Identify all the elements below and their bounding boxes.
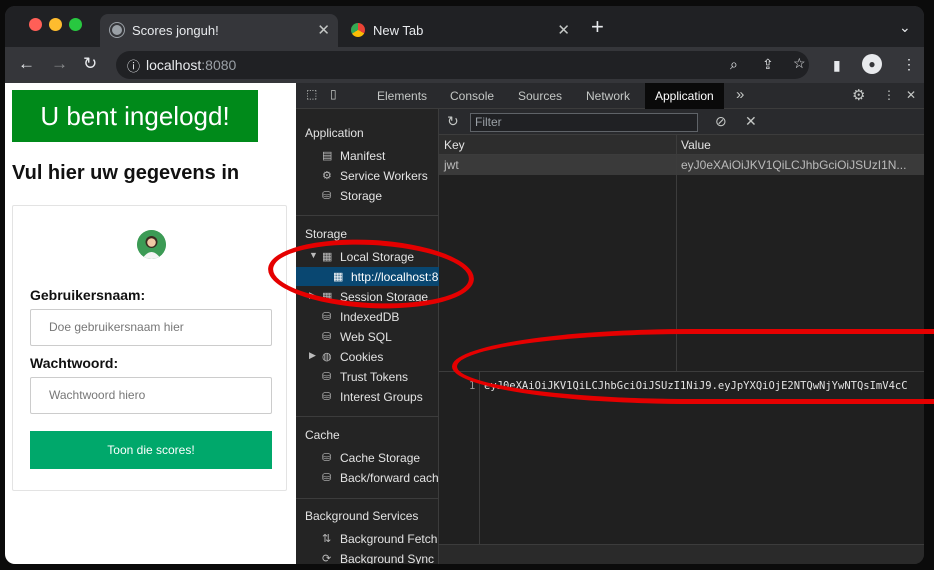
tab-elements[interactable]: Elements [377,89,427,103]
clear-all-icon[interactable]: ⊘ [715,113,727,130]
sidebar-item-web-sql[interactable]: Web SQL [340,330,392,344]
settings-gear-icon[interactable]: ⚙ [852,86,865,104]
refresh-icon[interactable]: ↻ [447,113,459,130]
gear-icon: ⚙ [322,170,332,182]
section-storage: Storage [305,227,348,241]
close-window-button[interactable] [29,18,42,31]
address-bar[interactable]: ⓘ localhost:8080 ⌕ ⇪ ☆ [116,51,809,79]
reload-button[interactable]: ↻ [83,54,97,74]
sidebar-item-storage[interactable]: Storage [340,189,382,203]
devtools-menu-icon[interactable]: ⋮ [883,88,895,102]
url-text: localhost:8080 [146,57,236,73]
line-gutter [479,372,480,544]
tab-search-chevron-icon[interactable]: ⌄ [899,19,911,36]
tab-console[interactable]: Console [450,89,494,103]
show-scores-button[interactable]: Toon die scores! [30,431,272,469]
filter-bar: ↻ Filter ⊘ ✕ [439,109,924,135]
sidebar-item-service-workers[interactable]: Service Workers [340,169,428,183]
arrows-updown-icon: ⇅ [322,533,332,545]
tab-scores[interactable]: Scores jonguh! ✕ [100,14,338,47]
preview-footer [439,544,924,564]
sidebar-item-trust-tokens[interactable]: Trust Tokens [340,370,408,384]
sidebar-item-indexeddb[interactable]: IndexedDB [340,310,399,324]
tab-sources[interactable]: Sources [518,89,562,103]
column-header-value[interactable]: Value [681,138,711,152]
sidebar-item-background-sync[interactable]: Background Sync [340,552,434,564]
section-application: Application [305,126,364,140]
tab-strip: Scores jonguh! ✕ New Tab ✕ + ⌄ [5,6,924,47]
more-tabs-icon[interactable]: » [736,86,744,103]
row-key: jwt [444,158,459,172]
site-info-icon[interactable]: ⓘ [127,56,140,75]
profile-avatar-icon[interactable]: ● [862,54,882,74]
close-tab-icon[interactable]: ✕ [317,21,330,39]
web-page: U bent ingelogd! Vul hier uw gegevens in… [5,83,296,564]
sidebar-item-back-forward-cache[interactable]: Back/forward cach [340,471,439,485]
sidebar-item-background-fetch[interactable]: Background Fetch [340,532,437,546]
database-icon: ⛁ [322,311,332,323]
maximize-window-button[interactable] [69,18,82,31]
tab-new-tab[interactable]: New Tab ✕ [341,14,578,47]
annotation-circle-jwt-preview [452,329,934,404]
form-heading: Vul hier uw gegevens in [12,162,240,184]
toolbar: ← → ↻ ⓘ localhost:8080 ⌕ ⇪ ☆ ▮ ● ⋮ [5,47,924,83]
sidepanel-icon[interactable]: ▮ [833,57,841,74]
filter-input[interactable]: Filter [470,113,698,132]
divider [296,215,439,216]
device-toolbar-icon[interactable]: ▯ [330,87,337,101]
divider [296,498,439,499]
bookmark-star-icon[interactable]: ☆ [793,55,806,72]
delete-selected-icon[interactable]: ✕ [745,113,757,130]
table-row[interactable]: jwt eyJ0eXAiOiJKV1QiLCJhbGciOiJSUzI1N... [439,155,924,175]
database-icon: ⛁ [322,472,332,484]
tab-title: Scores jonguh! [132,23,219,38]
new-tab-button[interactable]: + [591,16,604,38]
divider [296,416,439,417]
password-label: Wachtwoord: [30,355,119,371]
url-port: :8080 [201,57,237,73]
user-avatar [137,230,166,259]
database-icon: ⛁ [322,452,332,464]
zoom-icon[interactable]: ⌕ [730,56,738,73]
application-sidebar: Application ▤ Manifest ⚙ Service Workers… [296,109,439,564]
tab-network[interactable]: Network [586,89,630,103]
share-icon[interactable]: ⇪ [762,56,774,73]
tab-application[interactable]: Application [645,83,724,109]
login-card: Gebruikersnaam: Doe gebruikersnaam hier … [12,205,287,491]
section-cache: Cache [305,428,340,442]
sidebar-item-cookies[interactable]: Cookies [340,350,383,364]
menu-kebab-icon[interactable]: ⋮ [902,56,916,73]
logged-in-banner: U bent ingelogd! [12,90,258,142]
section-background-services: Background Services [305,509,419,523]
close-tab-icon[interactable]: ✕ [557,21,570,39]
row-value: eyJ0eXAiOiJKV1QiLCJhbGciOiJSUzI1N... [681,158,907,172]
sidebar-item-manifest[interactable]: Manifest [340,149,385,163]
file-icon: ▤ [322,150,333,162]
minimize-window-button[interactable] [49,18,62,31]
expand-triangle-icon[interactable]: ▶ [309,350,316,361]
sync-icon: ⟳ [322,553,332,564]
devtools-panel: ⬚ ▯ Elements Console Sources Network App… [296,83,924,564]
sidebar-item-interest-groups[interactable]: Interest Groups [340,390,423,404]
close-devtools-icon[interactable]: ✕ [906,88,916,102]
database-icon: ⛁ [322,190,332,202]
tab-title: New Tab [373,23,424,38]
database-icon: ⛁ [322,391,332,403]
table-header: Key Value [439,135,924,155]
globe-icon [110,23,124,37]
username-input[interactable]: Doe gebruikersnaam hier [30,309,272,346]
database-icon: ⛁ [322,371,332,383]
password-input[interactable]: Wachtwoord hiero [30,377,272,414]
back-button[interactable]: ← [18,54,35,74]
username-label: Gebruikersnaam: [30,287,146,303]
url-host: localhost [146,57,202,73]
devtools-tabbar: ⬚ ▯ Elements Console Sources Network App… [296,83,924,109]
sidebar-item-cache-storage[interactable]: Cache Storage [340,451,420,465]
cookie-icon: ◍ [322,351,332,363]
inspect-element-icon[interactable]: ⬚ [306,87,317,101]
chrome-icon [351,23,365,37]
column-header-key[interactable]: Key [444,138,465,152]
database-icon: ⛁ [322,331,332,343]
forward-button[interactable]: → [51,54,68,74]
